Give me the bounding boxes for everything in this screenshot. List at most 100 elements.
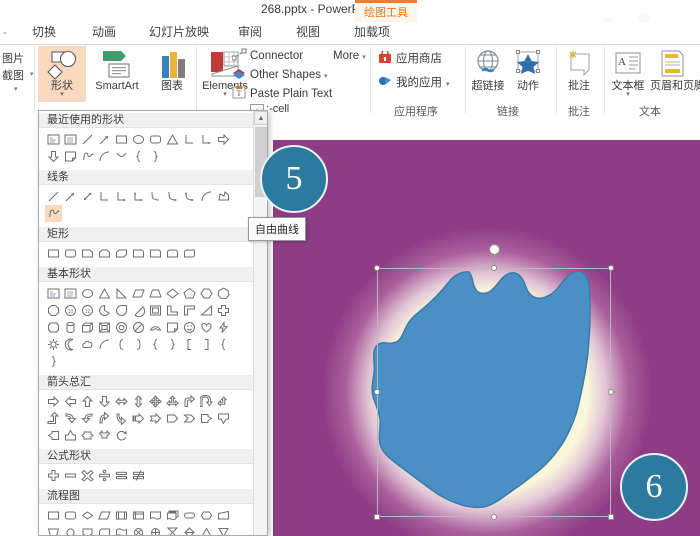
scroll-up-arrow-icon[interactable]: ▲ (254, 111, 267, 125)
shape-flowchart-manual-operation[interactable] (45, 524, 62, 535)
shape-flowchart-punched-tape[interactable] (113, 524, 130, 535)
shape-quad-arrow-callout[interactable] (96, 427, 113, 444)
shape-right-arrow-callout[interactable] (198, 410, 215, 427)
shape-arc[interactable] (96, 148, 113, 165)
shape-notched-right-arrow[interactable] (147, 410, 164, 427)
shape-multiply[interactable] (79, 467, 96, 484)
shape-heart[interactable] (198, 319, 215, 336)
shape-flowchart-terminator[interactable] (181, 507, 198, 524)
handle-bottom-right[interactable] (608, 514, 614, 520)
shape-flowchart-internal-storage[interactable] (130, 507, 147, 524)
shape-curved-left-arrow[interactable] (79, 410, 96, 427)
shape-diamond[interactable] (164, 285, 181, 302)
shape-curved-arrow-connector[interactable] (164, 188, 181, 205)
shape-flowchart-connector[interactable] (62, 524, 79, 535)
shape-left-bracket[interactable] (113, 336, 130, 353)
shape-lightning-bolt[interactable] (215, 319, 232, 336)
textbox-caret-icon[interactable]: ▾ (606, 91, 650, 98)
shape-round-same-side[interactable] (164, 245, 181, 262)
shapes-button[interactable]: 形状 ▾ (38, 46, 86, 102)
shape-freeform[interactable] (215, 188, 232, 205)
shape-vertical-textbox[interactable] (62, 285, 79, 302)
tab-addins[interactable]: 加载项 (344, 22, 400, 44)
shape-corner[interactable] (181, 302, 198, 319)
handle-top-right[interactable] (608, 265, 614, 271)
shape-rounded-rectangle[interactable] (147, 131, 164, 148)
paste-plain-text-button[interactable]: T Paste Plain Text (232, 86, 332, 103)
shape-trapezoid[interactable] (147, 285, 164, 302)
shape-left-brace[interactable] (147, 336, 164, 353)
handle-top-left[interactable] (374, 265, 380, 271)
shape-down-arrow-callout[interactable] (215, 410, 232, 427)
handle-bottom-center[interactable] (491, 514, 497, 520)
shape-parallelogram[interactable] (130, 285, 147, 302)
picture-button-label[interactable]: 图片 (2, 50, 24, 66)
shape-scribble[interactable] (45, 205, 62, 222)
shape-curved-up-arrow[interactable] (96, 410, 113, 427)
shape-up-down-arrow[interactable] (130, 393, 147, 410)
shape-oval[interactable] (79, 285, 96, 302)
shape-flowchart-document[interactable] (147, 507, 164, 524)
shape-smiley-face[interactable] (181, 319, 198, 336)
shape-octagon[interactable] (45, 302, 62, 319)
shape-flowchart-card[interactable] (96, 524, 113, 535)
header-footer-button[interactable]: 页眉和页脚 (650, 46, 700, 102)
more-caret-icon[interactable]: ▾ (362, 54, 366, 61)
shape-snip-single-corner[interactable] (79, 245, 96, 262)
shape-flowchart-sort[interactable] (181, 524, 198, 535)
shape-flowchart-off-page-connector[interactable] (79, 524, 96, 535)
shape-vertical-textbox[interactable] (62, 131, 79, 148)
shape-flowchart-predefined-process[interactable] (113, 507, 130, 524)
textbox-button[interactable]: A 文本框 ▾ (606, 46, 650, 102)
shape-right-brace[interactable] (147, 148, 164, 165)
shape-line[interactable] (79, 131, 96, 148)
shape-curved-right-arrow[interactable] (62, 410, 79, 427)
shape-right-brace[interactable] (164, 336, 181, 353)
shape-cloud[interactable] (79, 336, 96, 353)
shape-round-single-corner[interactable] (147, 245, 164, 262)
shape-cross[interactable] (215, 302, 232, 319)
shape-arc[interactable] (198, 188, 215, 205)
shape-left-bracket-2[interactable] (181, 336, 198, 353)
shape-textbox[interactable] (45, 131, 62, 148)
connector-button[interactable]: Connector (231, 48, 303, 65)
shape-decagon[interactable]: 10 (62, 302, 79, 319)
screenshot-caret-icon[interactable]: ▾ (30, 70, 34, 78)
my-apps-caret-icon[interactable]: ▾ (446, 81, 450, 88)
shape-flowchart-summing-junction[interactable] (130, 524, 147, 535)
shape-u-turn-arrow[interactable] (198, 393, 215, 410)
shape-line[interactable] (45, 188, 62, 205)
shape-elbow-double-arrow[interactable] (130, 188, 147, 205)
shape-line-arrow[interactable] (62, 188, 79, 205)
shape-cube[interactable] (79, 319, 96, 336)
shape-down-arrow[interactable] (45, 148, 62, 165)
shape-round-diagonal[interactable] (181, 245, 198, 262)
other-shapes-caret-icon[interactable]: ▾ (324, 73, 328, 80)
shape-right-brace-2[interactable] (45, 353, 62, 370)
shape-dodecagon[interactable]: 12 (79, 302, 96, 319)
comment-button[interactable]: 批注 (558, 46, 600, 102)
shape-rectangle[interactable] (45, 245, 62, 262)
shape-left-brace[interactable] (130, 148, 147, 165)
tab-transitions[interactable]: 切换 (22, 22, 66, 44)
shape-flowchart-collate[interactable] (164, 524, 181, 535)
shape-textbox[interactable] (45, 285, 62, 302)
more-button[interactable]: More ▾ (333, 48, 366, 65)
shape-flowchart-preparation[interactable] (198, 507, 215, 524)
gallery-caret-icon[interactable]: ▾ (14, 85, 18, 93)
shape-l-shape[interactable] (164, 302, 181, 319)
shape-oval[interactable] (130, 131, 147, 148)
shape-flowchart-process[interactable] (45, 507, 62, 524)
shape-pentagon[interactable] (181, 285, 198, 302)
shape-elbow-arrow-connector[interactable] (198, 131, 215, 148)
shape-up-arrow-callout[interactable] (62, 427, 79, 444)
app-store-button[interactable]: 应用商店 (378, 49, 442, 68)
shape-flowchart-decision[interactable] (79, 507, 96, 524)
shape-striped-right-arrow[interactable] (130, 410, 147, 427)
tab-slideshow[interactable]: 幻灯片放映 (142, 22, 216, 44)
shape-snip-diagonal[interactable] (113, 245, 130, 262)
shape-flowchart-multidocument[interactable] (164, 507, 181, 524)
shape-can[interactable] (62, 319, 79, 336)
shapes-gallery-dropdown[interactable]: 最近使用的形状 线条 矩形 基本形状 10 12 箭头总汇 公式形状 流程图 ▲ (38, 110, 268, 536)
shape-pentagon-arrow[interactable] (164, 410, 181, 427)
